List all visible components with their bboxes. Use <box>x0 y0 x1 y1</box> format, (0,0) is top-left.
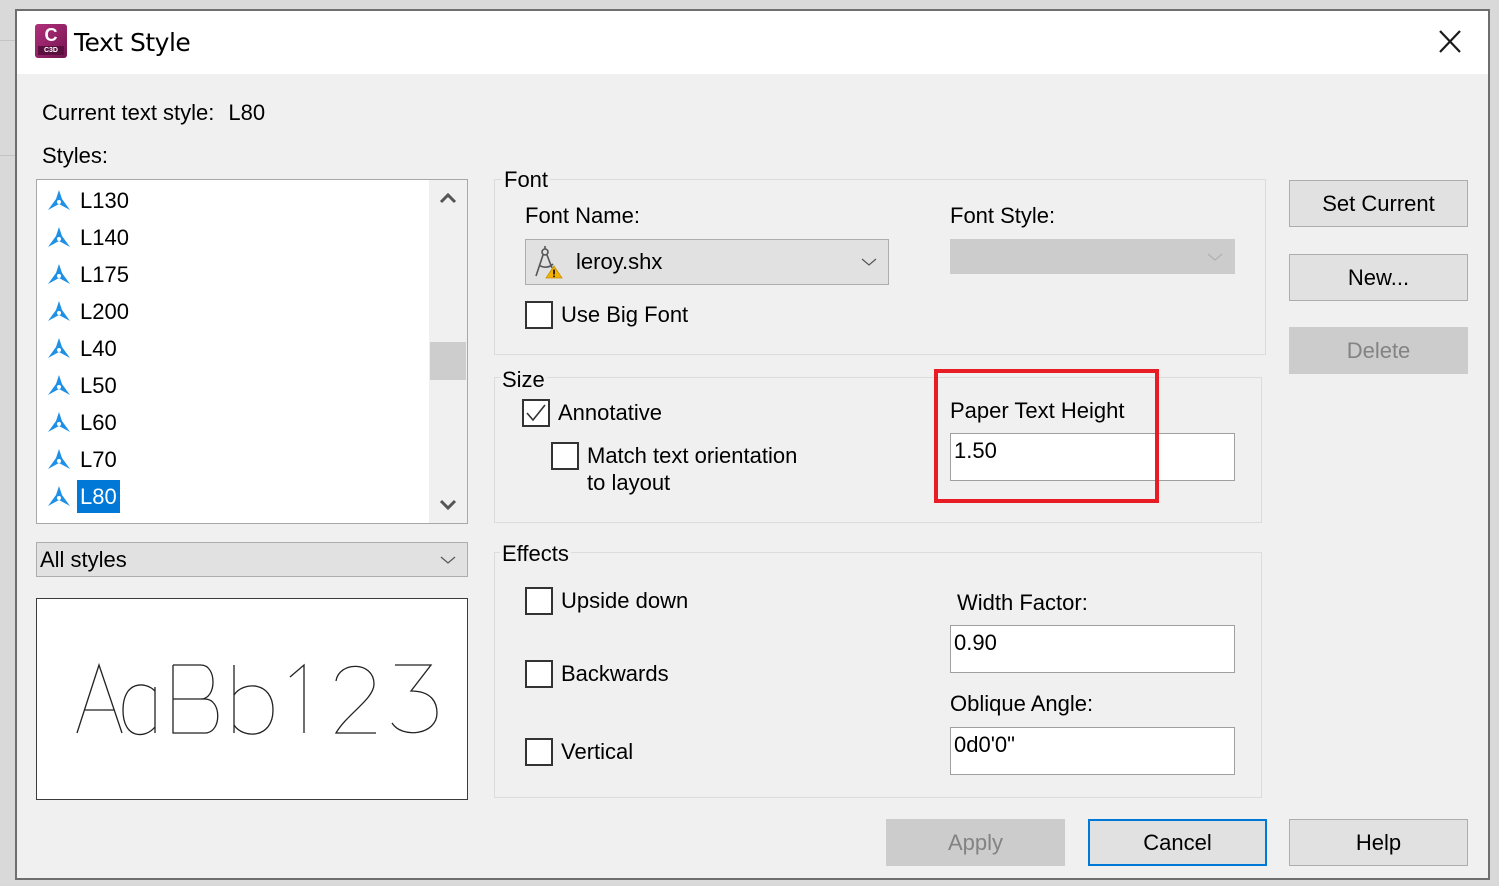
preview-text-graphic <box>76 662 438 736</box>
vertical-label: Vertical <box>561 739 634 764</box>
close-button[interactable] <box>1432 25 1468 59</box>
set-current-button[interactable]: Set Current <box>1289 180 1468 227</box>
styles-listbox[interactable]: L130 L140 L175 L200 L40 L50 L60 L70 L80 <box>36 179 468 524</box>
style-name: L140 <box>80 225 129 250</box>
chevron-down-icon <box>440 556 456 564</box>
style-name: L175 <box>80 262 129 287</box>
annotative-style-icon <box>48 337 70 358</box>
style-list-item[interactable]: L175 <box>37 257 132 292</box>
upside-down-checkbox[interactable]: Upside down <box>525 587 688 615</box>
help-button[interactable]: Help <box>1289 819 1468 866</box>
styles-filter-value: All styles <box>40 546 127 572</box>
checkmark-icon <box>526 404 546 422</box>
font-style-dropdown <box>950 239 1235 274</box>
delete-style-button[interactable]: Delete <box>1289 327 1468 374</box>
title-bar: C C3D Text Style <box>17 11 1488 74</box>
style-name: L50 <box>80 373 117 398</box>
scroll-down-button[interactable] <box>429 487 467 523</box>
style-name: L80 <box>77 480 120 513</box>
match-orientation-label: Match text orientation to layout <box>587 443 798 495</box>
checkbox-box[interactable] <box>525 587 553 615</box>
annotative-style-icon <box>58 522 60 523</box>
text-style-dialog: C C3D Text Style Current text style: L80 … <box>15 9 1490 880</box>
font-group-title: Font <box>502 167 551 193</box>
close-icon <box>1439 30 1461 53</box>
checkbox-box[interactable] <box>525 738 553 766</box>
chevron-up-icon <box>439 192 457 204</box>
annotative-style-icon <box>48 263 70 284</box>
style-list-item[interactable]: L50 <box>37 368 120 403</box>
paper-text-height-input[interactable]: 1.50 <box>950 433 1235 481</box>
cancel-button[interactable]: Cancel <box>1088 819 1267 866</box>
window-title: Text Style <box>74 28 191 57</box>
annotative-label: Annotative <box>558 400 662 425</box>
annotative-checkbox[interactable]: Annotative <box>522 399 662 427</box>
scroll-up-button[interactable] <box>429 180 467 216</box>
use-big-font-checkbox[interactable]: Use Big Font <box>525 301 688 329</box>
annotative-style-icon <box>48 189 70 210</box>
backwards-label: Backwards <box>561 661 669 686</box>
effects-group-title: Effects <box>500 541 571 567</box>
chevron-down-icon <box>439 499 457 511</box>
annotative-style-icon <box>48 226 70 247</box>
new-style-button[interactable]: New... <box>1289 254 1468 301</box>
match-orientation-checkbox[interactable]: Match text orientation to layout <box>551 442 797 496</box>
style-list-item[interactable]: L40 <box>37 331 120 366</box>
use-big-font-label: Use Big Font <box>561 302 689 327</box>
style-name: L60 <box>80 410 117 435</box>
font-name-value: leroy.shx <box>576 249 663 274</box>
style-list-item[interactable]: L60 <box>37 405 120 440</box>
style-list-item[interactable]: L140 <box>37 220 132 255</box>
font-name-dropdown[interactable]: leroy.shx <box>525 239 889 285</box>
vertical-checkbox[interactable]: Vertical <box>525 738 633 766</box>
styles-filter-dropdown[interactable]: All styles <box>36 542 468 577</box>
font-name-label: Font Name: <box>525 203 640 228</box>
background-line <box>0 40 15 41</box>
annotative-style-icon <box>48 485 70 506</box>
annotative-style-icon <box>48 300 70 321</box>
shx-font-warning-icon <box>535 246 563 279</box>
current-style-label: Current text style: <box>42 100 215 125</box>
font-style-label: Font Style: <box>950 203 1056 228</box>
style-preview <box>36 598 468 800</box>
width-factor-label: Width Factor: <box>957 590 1088 615</box>
paper-text-height-label: Paper Text Height <box>950 398 1125 423</box>
backwards-checkbox[interactable]: Backwards <box>525 660 669 688</box>
checkbox-box[interactable] <box>525 301 553 329</box>
style-list-item[interactable]: L200 <box>37 294 132 329</box>
civil3d-app-icon: C C3D <box>35 24 67 58</box>
oblique-angle-input[interactable]: 0d0'0" <box>950 727 1235 775</box>
apply-button[interactable]: Apply <box>886 819 1065 866</box>
style-list-item[interactable]: L80 <box>37 479 120 514</box>
styles-label: Styles: <box>42 143 109 168</box>
checkbox-box[interactable] <box>551 442 579 470</box>
scroll-thumb[interactable] <box>430 342 466 380</box>
annotative-style-icon <box>48 448 70 469</box>
style-name: L40 <box>80 336 117 361</box>
annotative-style-icon <box>48 374 70 395</box>
chevron-down-icon <box>1207 253 1223 261</box>
background-line <box>0 155 15 156</box>
current-text-style: Current text style: L80 <box>42 100 265 126</box>
oblique-angle-label: Oblique Angle: <box>950 691 1094 716</box>
styles-scrollbar[interactable] <box>429 180 467 523</box>
upside-down-label: Upside down <box>561 588 689 613</box>
size-group-title: Size <box>500 367 547 393</box>
annotative-style-icon <box>48 411 70 432</box>
style-name: L130 <box>80 188 129 213</box>
style-name: L70 <box>80 447 117 472</box>
style-list-item-partial[interactable] <box>37 516 77 523</box>
current-style-value: L80 <box>228 100 266 125</box>
width-factor-input[interactable]: 0.90 <box>950 625 1235 673</box>
style-name: L200 <box>80 299 129 324</box>
checkbox-box[interactable] <box>525 660 553 688</box>
style-list-item[interactable]: L70 <box>37 442 120 477</box>
chevron-down-icon <box>861 258 877 266</box>
checkbox-box[interactable] <box>522 399 550 427</box>
style-list-item[interactable]: L130 <box>37 183 132 218</box>
